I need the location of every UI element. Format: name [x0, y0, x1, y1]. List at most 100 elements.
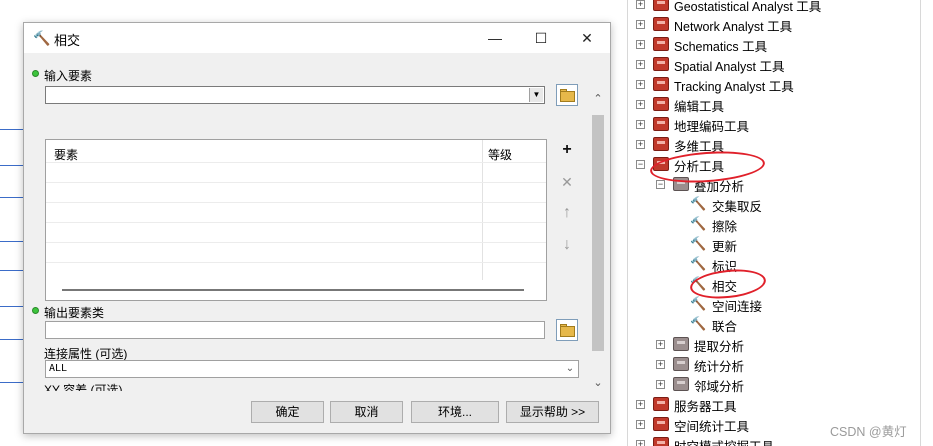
expand-icon[interactable]: + [636, 100, 645, 109]
expand-icon[interactable]: + [636, 440, 645, 446]
move-down-icon[interactable]: ↓ [556, 234, 578, 256]
input-features-label: 输入要素 [44, 69, 93, 83]
collapse-icon[interactable]: − [636, 160, 645, 169]
expand-icon[interactable]: + [636, 80, 645, 89]
maximize-button[interactable]: ☐ [518, 23, 564, 53]
chevron-down-icon[interactable]: ⌄ [563, 362, 577, 376]
column-header-rank: 等级 [488, 148, 513, 162]
tree-item-label: 联合 [712, 320, 738, 334]
tree-item-label: Spatial Analyst 工具 [674, 60, 785, 74]
scroll-up-icon[interactable]: ⌃ [590, 91, 606, 107]
dialog-footer: 确定 取消 环境... 显示帮助 >> [24, 391, 610, 433]
minimize-button[interactable]: — [472, 23, 518, 53]
expand-icon[interactable]: + [636, 20, 645, 29]
panel-divider [920, 0, 921, 446]
toolbox-icon [653, 0, 669, 11]
hammer-icon: 🔨 [690, 296, 707, 311]
toolbox-icon [653, 437, 669, 446]
tree-item-label: 更新 [712, 240, 738, 254]
show-help-button[interactable]: 显示帮助 >> [506, 401, 599, 423]
toolbox-icon [653, 57, 669, 71]
expand-icon[interactable]: + [656, 380, 665, 389]
cancel-button[interactable]: 取消 [330, 401, 403, 423]
tree-item-label: 地理编码工具 [674, 120, 750, 134]
expand-icon[interactable]: + [656, 360, 665, 369]
toolbox-icon [653, 77, 669, 91]
horizontal-scrollbar[interactable] [62, 289, 524, 291]
column-header-features: 要素 [54, 148, 79, 162]
tree-item-label: Network Analyst 工具 [674, 20, 793, 34]
background-line [0, 197, 24, 198]
tree-item-label: 服务器工具 [674, 400, 737, 414]
toolbox-icon [653, 117, 669, 131]
toolset-icon [673, 377, 689, 391]
tree-item-label: Tracking Analyst 工具 [674, 80, 794, 94]
toolbox-icon [653, 97, 669, 111]
hammer-icon: 🔨 [690, 236, 707, 251]
ok-button[interactable]: 确定 [251, 401, 324, 423]
table-row [46, 182, 546, 183]
tree-item-label: 编辑工具 [674, 100, 725, 114]
highlight-ring [649, 148, 766, 186]
scroll-down-icon[interactable]: ⌄ [590, 375, 606, 391]
output-label: 输出要素类 [44, 306, 105, 320]
browse-input-button[interactable] [556, 84, 578, 106]
folder-icon [560, 326, 575, 337]
background-line [0, 382, 24, 383]
remove-icon[interactable]: ✕ [556, 171, 578, 193]
tree-item-label: 空间统计工具 [674, 420, 750, 434]
background-line [0, 129, 24, 130]
toolbox-icon [653, 137, 669, 151]
table-row [46, 242, 546, 243]
toolbox-icon [653, 37, 669, 51]
watermark: CSDN @黄灯 [830, 425, 907, 439]
expand-icon[interactable]: + [636, 420, 645, 429]
output-field[interactable] [45, 321, 545, 339]
tree-item-label: 空间连接 [712, 300, 763, 314]
required-indicator-icon [32, 70, 39, 77]
column-divider [482, 140, 483, 280]
environments-button[interactable]: 环境... [411, 401, 499, 423]
input-features-table[interactable]: 要素 等级 [45, 139, 547, 301]
add-icon[interactable]: + [556, 139, 578, 161]
vertical-scrollbar[interactable]: ⌃ ⌄ [590, 91, 606, 391]
required-indicator-icon [32, 307, 39, 314]
dropdown-arrow-icon[interactable]: ▼ [529, 88, 543, 102]
toolset-icon [673, 357, 689, 371]
hammer-icon: 🔨 [33, 30, 51, 46]
input-features-combo[interactable]: ▼ [45, 86, 545, 104]
tree-item-label: 统计分析 [694, 360, 745, 374]
tree-item-label: 擦除 [712, 220, 738, 234]
tree-item-label: Schematics 工具 [674, 40, 768, 54]
scrollbar-thumb[interactable] [592, 115, 604, 351]
browse-output-button[interactable] [556, 319, 578, 341]
hammer-icon: 🔨 [690, 316, 707, 331]
expand-icon[interactable]: + [656, 340, 665, 349]
expand-icon[interactable]: + [636, 140, 645, 149]
background-line [0, 339, 24, 340]
join-attributes-select[interactable]: ALL ⌄ [45, 360, 579, 378]
panel-divider [627, 0, 628, 446]
background-edge [0, 0, 24, 446]
expand-icon[interactable]: + [636, 40, 645, 49]
dialog-titlebar[interactable]: 🔨 相交 — ☐ ✕ [24, 23, 610, 53]
collapse-icon[interactable]: − [656, 180, 665, 189]
expand-icon[interactable]: + [636, 0, 645, 9]
table-header: 要素 等级 [46, 140, 546, 162]
dialog-content: 输入要素 ▼ 要素 等级 + ✕ ↑ ↓ 输出要素类 连接属性 (可选) ALL… [24, 54, 610, 415]
background-line [0, 306, 24, 307]
dialog-title: 相交 [54, 33, 81, 48]
close-button[interactable]: ✕ [564, 23, 610, 53]
background-line [0, 270, 24, 271]
hammer-icon: 🔨 [690, 196, 707, 211]
toolset-icon [673, 337, 689, 351]
move-up-icon[interactable]: ↑ [556, 202, 578, 224]
background-line [0, 241, 24, 242]
table-row [46, 262, 546, 263]
expand-icon[interactable]: + [636, 120, 645, 129]
toolbox-icon [653, 17, 669, 31]
tree-item-label: 时空模式挖掘工具 [674, 436, 774, 446]
expand-icon[interactable]: + [636, 400, 645, 409]
expand-icon[interactable]: + [636, 60, 645, 69]
join-attributes-value: ALL [49, 363, 68, 374]
